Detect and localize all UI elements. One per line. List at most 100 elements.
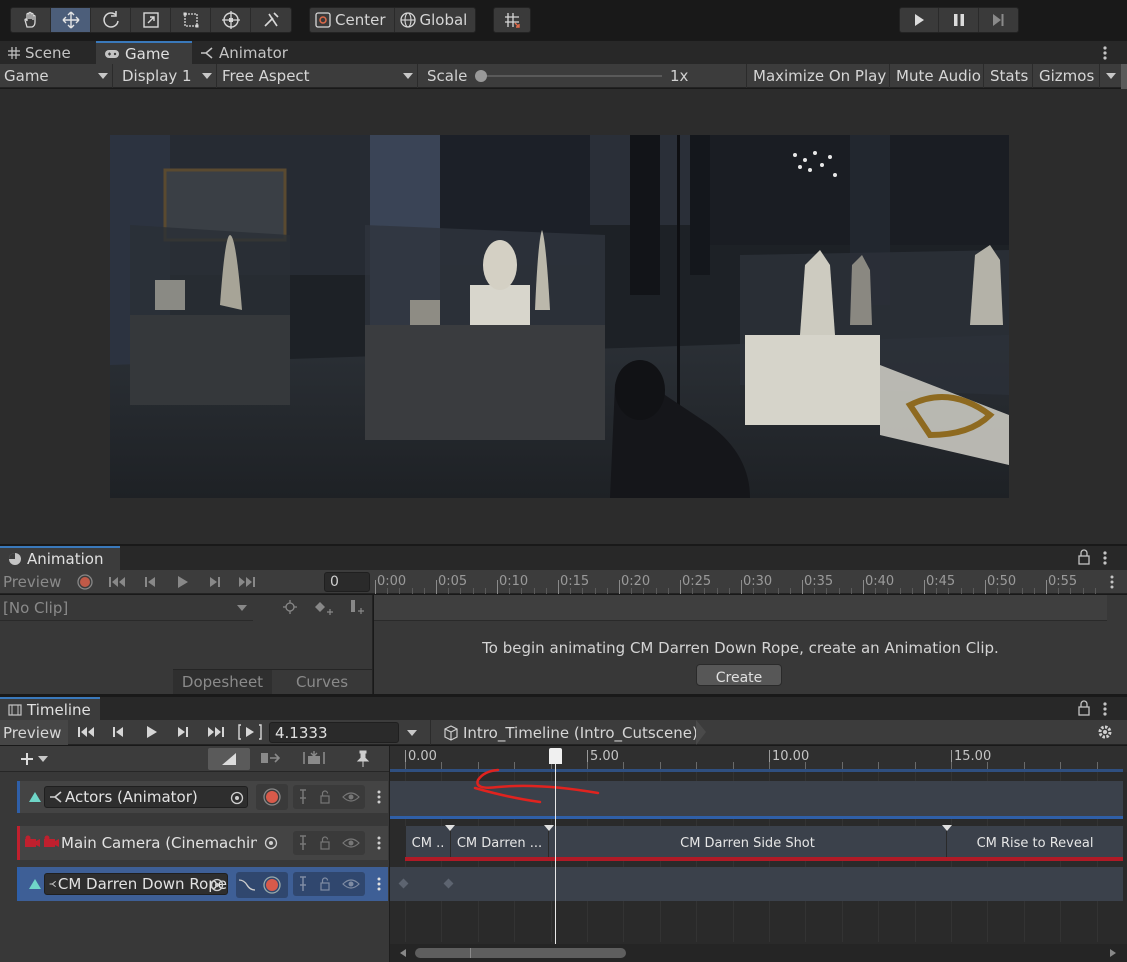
dopesheet-tab[interactable]: Dopesheet (173, 669, 272, 694)
space-toggle[interactable]: Global (395, 8, 476, 32)
track-more-icon[interactable] (375, 787, 383, 807)
rect-tool-icon[interactable] (171, 8, 211, 32)
scale-slider-thumb[interactable] (475, 70, 487, 82)
anim-ruler-menu-icon[interactable] (1107, 572, 1117, 592)
add-event-icon[interactable] (348, 598, 366, 616)
custom-tool-icon[interactable] (251, 8, 291, 32)
playhead[interactable] (549, 748, 563, 944)
camera-clip[interactable]: CM .. (405, 826, 450, 860)
camera-clip[interactable]: CM Darren Side Shot (548, 826, 946, 860)
gizmos-toggle[interactable]: Gizmos (1032, 64, 1100, 88)
scroll-right-icon[interactable] (1110, 949, 1116, 957)
eye-icon[interactable] (341, 878, 360, 890)
aspect-dropdown[interactable]: Free Aspect (218, 64, 418, 88)
tl-play-icon[interactable] (145, 725, 159, 739)
tab-animation[interactable]: Animation (0, 546, 120, 570)
event-lane[interactable] (374, 595, 1107, 621)
keyframe-icon[interactable] (398, 878, 409, 889)
add-track-button[interactable] (20, 748, 60, 770)
play-button-icon[interactable] (900, 8, 940, 32)
pin-icon[interactable] (298, 835, 308, 851)
anim-play-icon[interactable] (176, 575, 190, 589)
tl-first-frame-icon[interactable] (77, 725, 97, 739)
playhead-handle[interactable] (549, 748, 563, 764)
maximize-on-play-toggle[interactable]: Maximize On Play (746, 64, 892, 88)
pin-icon[interactable] (298, 876, 308, 892)
mute-audio-toggle[interactable]: Mute Audio (889, 64, 987, 88)
stats-toggle[interactable]: Stats (983, 64, 1034, 88)
step-button-icon[interactable] (979, 8, 1018, 32)
last-key-icon[interactable] (237, 575, 259, 589)
object-picker-icon[interactable] (264, 836, 278, 850)
tab-timeline[interactable]: Timeline (0, 697, 100, 721)
animation-menu-icon[interactable] (1100, 548, 1110, 568)
clip-edit-mode-ripple[interactable] (260, 751, 282, 765)
hand-tool-icon[interactable] (11, 8, 51, 32)
timeline-menu-icon[interactable] (1100, 699, 1110, 719)
track-binding-actors[interactable]: Actors (Animator) (44, 786, 248, 808)
camera-clip[interactable]: CM Darren ... (450, 826, 548, 860)
tab-scene[interactable]: Scene (0, 41, 96, 65)
pivot-toggle[interactable]: Center (310, 8, 395, 32)
timeline-hscroll[interactable] (390, 944, 1127, 962)
track-more-icon[interactable] (375, 833, 383, 853)
timeline-breadcrumb[interactable]: Intro_Timeline (Intro_Cutscene) (430, 720, 700, 745)
track-lock-icon[interactable] (319, 836, 331, 850)
move-tool-icon[interactable] (51, 8, 91, 32)
filter-keys-icon[interactable] (283, 600, 297, 614)
record-icon[interactable] (76, 573, 94, 591)
scroll-left-icon[interactable] (400, 949, 406, 957)
track-binding-cm-darren[interactable]: CM Darren Down Rope (44, 873, 228, 895)
lock-icon[interactable] (1077, 549, 1091, 565)
tl-play-range-icon[interactable] (238, 723, 262, 741)
pin-icon[interactable] (298, 789, 308, 805)
camera-clip[interactable]: CM Rise to Reveal (946, 826, 1123, 860)
grid-snap-icon[interactable] (494, 8, 530, 32)
clip-dropdown[interactable]: [No Clip] (0, 595, 253, 621)
timeline-settings-icon[interactable] (1097, 724, 1113, 740)
scale-tool-icon[interactable] (131, 8, 171, 32)
tab-animator[interactable]: Animator (192, 41, 302, 65)
view-mode-dropdown[interactable]: Game (0, 64, 113, 88)
transform-tool-icon[interactable] (211, 8, 251, 32)
tab-game[interactable]: Game (96, 41, 192, 65)
eye-icon[interactable] (341, 837, 360, 849)
anim-time-ruler[interactable]: 0:00 0:05 0:10 0:15 0:20 0:25 0:30 0:35 0:40 0:45… (373, 570, 1118, 594)
eye-icon[interactable] (341, 791, 360, 803)
scale-slider-track[interactable] (480, 75, 662, 77)
track-record-button[interactable] (256, 784, 288, 810)
keyframe-icon[interactable] (443, 878, 454, 889)
curves-tab[interactable]: Curves (272, 669, 372, 694)
rotate-tool-icon[interactable] (91, 8, 131, 32)
track-name-main-camera[interactable]: Main Camera (Cinemachine (61, 826, 257, 860)
display-dropdown[interactable]: Display 1 (118, 64, 217, 88)
anim-frame-field[interactable]: 0 (324, 572, 370, 592)
timeline-preview-toggle[interactable]: Preview (0, 720, 68, 745)
anim-preview-toggle[interactable]: Preview (3, 570, 61, 594)
time-format-dropdown[interactable] (407, 730, 417, 736)
add-keyframe-icon[interactable] (313, 600, 333, 616)
first-key-icon[interactable] (108, 575, 128, 589)
tl-next-frame-icon[interactable] (175, 725, 191, 739)
tl-prev-frame-icon[interactable] (111, 725, 127, 739)
pause-button-icon[interactable] (939, 8, 979, 32)
track-header-main-camera[interactable]: Main Camera (Cinemachine (17, 826, 388, 860)
object-picker-icon[interactable] (210, 878, 224, 892)
tl-last-frame-icon[interactable] (206, 725, 228, 739)
create-clip-button[interactable]: Create (696, 664, 782, 686)
track-curves-record[interactable] (236, 872, 288, 898)
track-lock-icon[interactable] (319, 877, 331, 891)
track-header-cm-darren[interactable]: CM Darren Down Rope (17, 867, 388, 901)
tab-menu-icon[interactable] (1100, 43, 1110, 63)
track-header-actors[interactable]: Actors (Animator) (17, 781, 388, 813)
track-more-icon[interactable] (375, 874, 383, 894)
clip-edit-mode-mix[interactable] (208, 748, 250, 770)
track-lock-icon[interactable] (319, 790, 331, 804)
timeline-lock-icon[interactable] (1077, 700, 1091, 716)
gizmos-dropdown[interactable] (1099, 64, 1121, 88)
timeline-time-field[interactable]: 4.1333 (269, 722, 399, 743)
next-key-icon[interactable] (207, 575, 223, 589)
clip-edit-mode-replace[interactable] (302, 750, 326, 766)
prev-key-icon[interactable] (143, 575, 159, 589)
snap-pin-icon[interactable] (356, 750, 370, 768)
